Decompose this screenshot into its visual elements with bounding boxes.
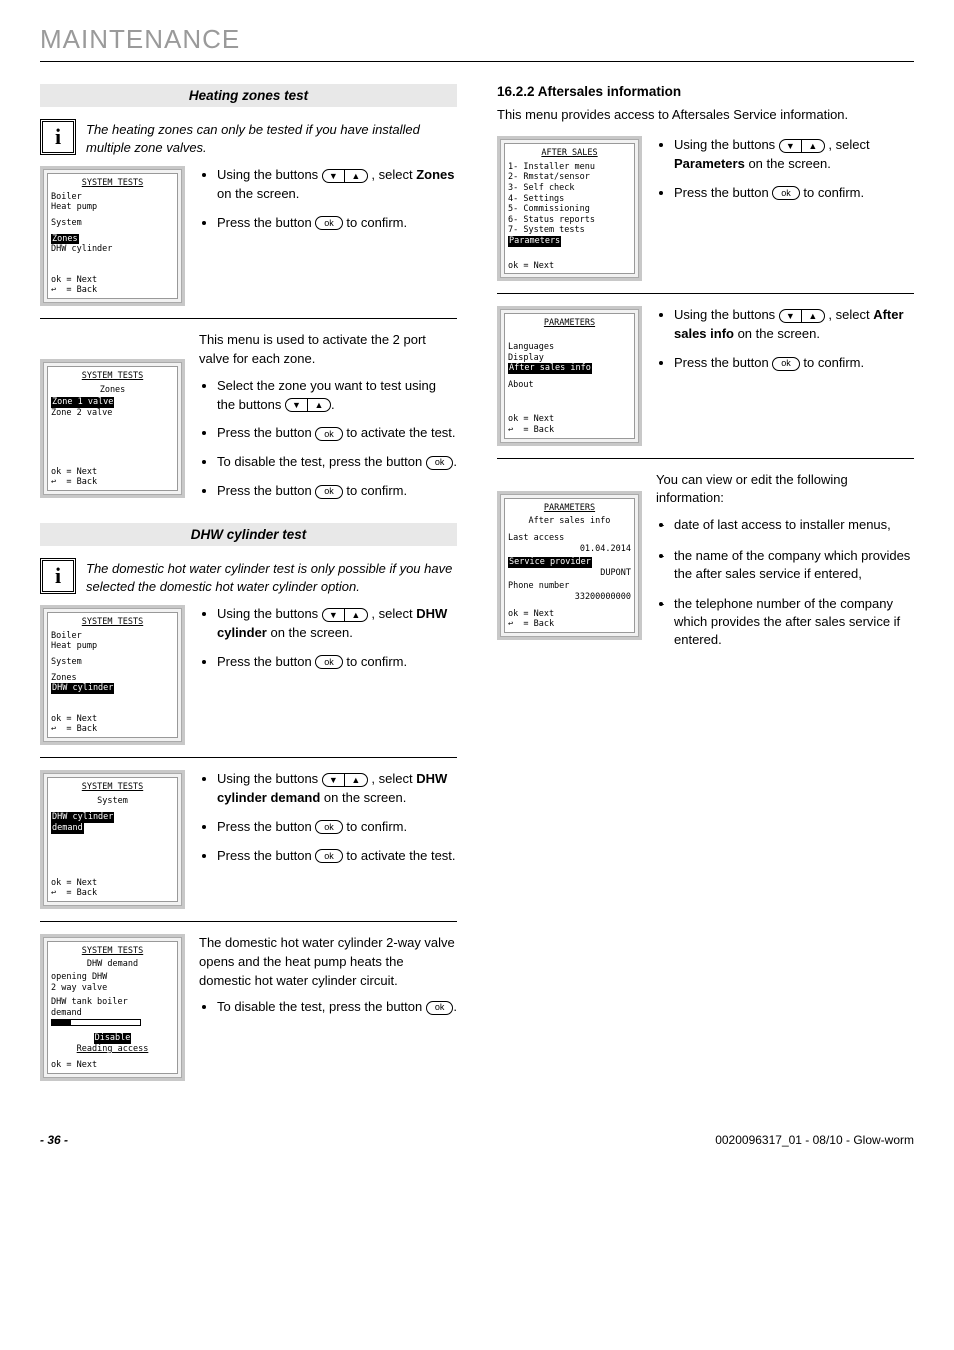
paragraph: You can view or edit the following infor… (656, 471, 914, 509)
down-up-icon: ▼▲ (322, 169, 368, 183)
instruction: Using the buttons ▼▲ , select Parameters… (674, 136, 914, 174)
ok-icon: ok (772, 357, 800, 371)
info-icon: i (40, 558, 76, 594)
lcd-screen-3: SYSTEM TESTS Boiler Heat pump System Zon… (40, 605, 185, 745)
list-item: the telephone number of the company whic… (674, 595, 914, 650)
instruction: Press the button ok to confirm. (217, 482, 457, 501)
instruction: Press the button ok to confirm. (217, 214, 457, 233)
list-item: date of last access to installer menus, (674, 516, 914, 534)
instruction: Using the buttons ▼▲ , select After sale… (674, 306, 914, 344)
info-icon: i (40, 119, 76, 155)
instruction: To disable the test, press the button ok… (217, 453, 457, 472)
page-title: MAINTENANCE (40, 24, 914, 62)
right-column: 16.2.2 Aftersales information This menu … (497, 84, 914, 1093)
ok-icon: ok (315, 485, 343, 499)
paragraph: The domestic hot water cylinder 2-way va… (199, 934, 457, 991)
dhw-header: DHW cylinder test (40, 523, 457, 546)
lcd-screen-r2: PARAMETERS Languages Display After sales… (497, 306, 642, 445)
instruction: Using the buttons ▼▲ , select Zones on t… (217, 166, 457, 204)
ok-icon: ok (315, 849, 343, 863)
instruction: Press the button ok to confirm. (674, 354, 914, 373)
left-column: Heating zones test i The heating zones c… (40, 84, 457, 1093)
doc-reference: 0020096317_01 - 08/10 - Glow-worm (715, 1133, 914, 1147)
lcd-screen-5: SYSTEM TESTS DHW demand opening DHW 2 wa… (40, 934, 185, 1081)
lcd-screen-r3: PARAMETERS After sales info Last access … (497, 491, 642, 640)
lcd-screen-1: SYSTEM TESTS Boiler Heat pump System Zon… (40, 166, 185, 306)
paragraph: This menu provides access to Aftersales … (497, 107, 914, 122)
ok-icon: ok (315, 216, 343, 230)
instruction: Using the buttons ▼▲ , select DHW cylind… (217, 770, 457, 808)
instruction: Press the button ok to activate the test… (217, 424, 457, 443)
down-up-icon: ▼▲ (322, 608, 368, 622)
ok-icon: ok (426, 456, 454, 470)
page-number: - 36 - (40, 1133, 68, 1147)
ok-icon: ok (772, 186, 800, 200)
down-up-icon: ▼▲ (779, 309, 825, 323)
instruction: Using the buttons ▼▲ , select DHW cylind… (217, 605, 457, 643)
down-up-icon: ▼▲ (322, 773, 368, 787)
ok-icon: ok (315, 427, 343, 441)
ok-icon: ok (426, 1001, 454, 1015)
instruction: To disable the test, press the button ok… (217, 998, 457, 1017)
heating-zones-header: Heating zones test (40, 84, 457, 107)
instruction: Select the zone you want to test using t… (217, 377, 457, 415)
lcd-screen-4: SYSTEM TESTS System DHW cylinder demand … (40, 770, 185, 909)
info-text-1: The heating zones can only be tested if … (86, 119, 457, 156)
list-item: the name of the company which provides t… (674, 547, 914, 583)
info-text-2: The domestic hot water cylinder test is … (86, 558, 457, 595)
instruction: Press the button ok to confirm. (217, 653, 457, 672)
ok-icon: ok (315, 655, 343, 669)
ok-icon: ok (315, 820, 343, 834)
down-up-icon: ▼▲ (779, 139, 825, 153)
aftersales-heading: 16.2.2 Aftersales information (497, 84, 914, 99)
lcd-screen-r1: AFTER SALES 1- Installer menu 2- Rmstat/… (497, 136, 642, 281)
paragraph: This menu is used to activate the 2 port… (199, 331, 457, 369)
instruction: Press the button ok to confirm. (674, 184, 914, 203)
instruction: Press the button ok to confirm. (217, 818, 457, 837)
instruction: Press the button ok to activate the test… (217, 847, 457, 866)
down-up-icon: ▼▲ (285, 398, 331, 412)
lcd-screen-2: SYSTEM TESTS Zones Zone 1 valve Zone 2 v… (40, 359, 185, 498)
